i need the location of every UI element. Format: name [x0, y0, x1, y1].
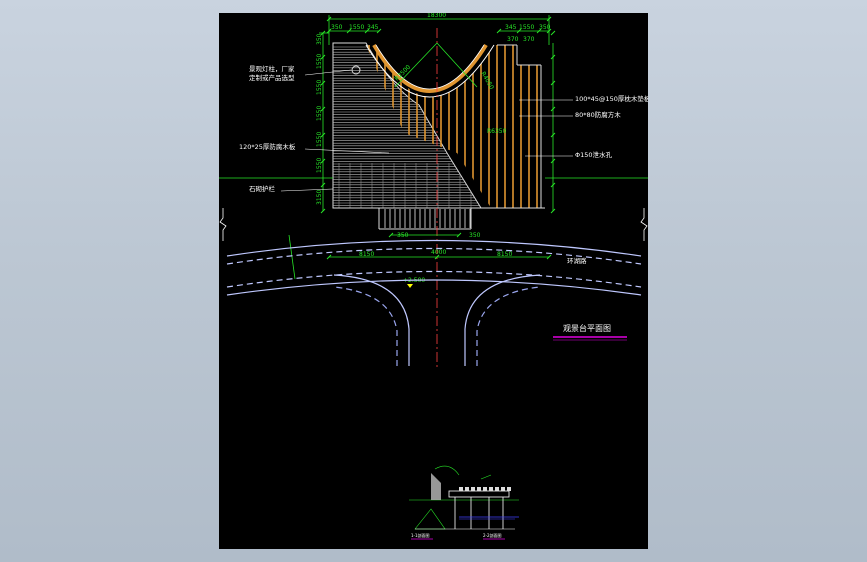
section-label-2: 2-2剖面图 — [483, 532, 502, 538]
label-wood-square: 80*80防腐方木 — [575, 110, 621, 119]
dim-left-col: 1550 — [316, 132, 323, 147]
label-road: 环湖路 — [567, 256, 587, 265]
dim-left-col: 1550 — [316, 158, 323, 173]
section-slat — [483, 487, 487, 491]
dim-top-right-1: 345 — [505, 24, 517, 31]
dim-top-right-2: 1550 — [519, 24, 534, 31]
section-label-1: 1-1剖面图 — [411, 532, 430, 538]
dim-tick — [550, 30, 556, 36]
dim-road-mid: 4000 — [431, 249, 446, 256]
platform-outline — [333, 207, 545, 230]
dim-top-left-1: 350 — [331, 24, 343, 31]
dim-left-col: 1550 — [316, 54, 323, 69]
label-board: 120*25厚防腐木板 — [239, 142, 296, 151]
section-slat — [459, 487, 463, 491]
section-slat — [471, 487, 475, 491]
dim-left-col: 1550 — [316, 106, 323, 121]
dim-top-right-3: 350 — [539, 24, 551, 31]
dim-left-col: 1550 — [316, 80, 323, 95]
dim-right-top-2: 370 — [523, 36, 535, 43]
section-slat — [507, 487, 511, 491]
plan-drawing: 18300 350 1550 345 345 1550 350 370 370 … — [219, 13, 648, 540]
label-lamp-2: 定制或产品选型 — [249, 73, 295, 82]
dim-road-left: 8150 — [359, 251, 374, 258]
elevation-marker — [407, 284, 413, 288]
cad-viewport[interactable]: 18300 350 1550 345 345 1550 350 370 370 … — [219, 13, 648, 549]
dim-left-col: 3150 — [316, 190, 323, 205]
section-labels: 1-1剖面图 2-2剖面图 — [411, 532, 502, 538]
radius-leader — [394, 42, 438, 88]
dim-top-left-3: 345 — [367, 24, 379, 31]
label-lamp: 景观灯柱，厂家 — [249, 64, 295, 73]
dim-left-col: 350 — [316, 33, 323, 45]
break-lines — [219, 208, 648, 241]
drawing-title: 观景台平面图 — [563, 323, 611, 333]
dim-bottom-right: 350 — [469, 232, 481, 239]
label-drain: Φ150泄水孔 — [575, 150, 613, 159]
dim-bottom-left: 350 — [397, 232, 409, 239]
dim-top-left-2: 1550 — [349, 24, 364, 31]
section-slat — [477, 487, 481, 491]
section-detail — [409, 465, 519, 530]
label-wall: 石砌护栏 — [249, 184, 276, 193]
section-slat — [495, 487, 499, 491]
section-slat — [489, 487, 493, 491]
left-dim-texts: 350 1550 1550 1550 1550 1550 3150 — [316, 33, 323, 205]
dim-overall: 18300 — [427, 13, 446, 19]
dim-inner: R6350 — [487, 128, 507, 135]
section-slat — [465, 487, 469, 491]
dim-road-right: 8150 — [497, 251, 512, 258]
wood-slats — [365, 43, 542, 208]
dim-right-top-1: 370 — [507, 36, 519, 43]
label-deck-right: 100*45@150厚枕木垫板 — [575, 94, 648, 103]
section-slat — [501, 487, 505, 491]
